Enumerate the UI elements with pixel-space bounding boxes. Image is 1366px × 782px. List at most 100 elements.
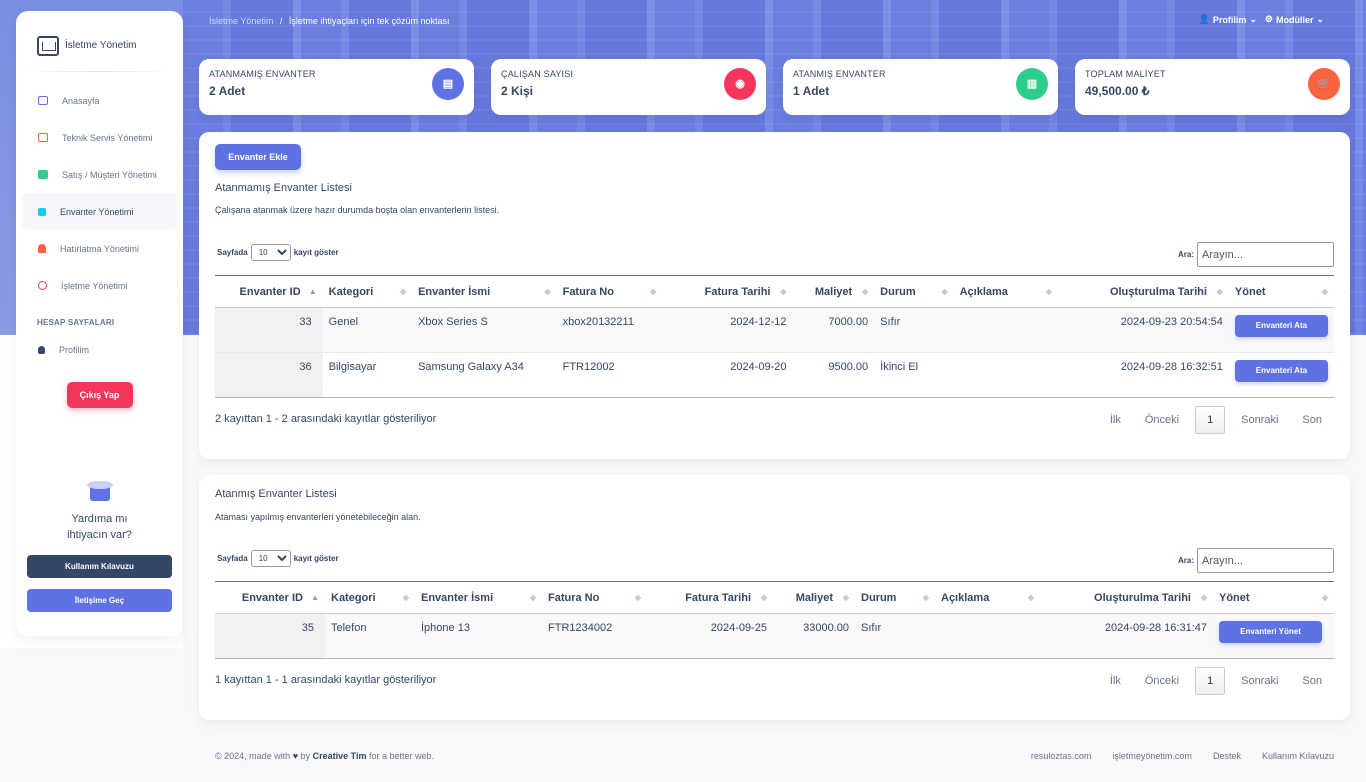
- cell-fatura-no: FTR12002: [556, 352, 663, 398]
- col-header-fatura-tarihi[interactable]: Fatura Tarihi ◆: [662, 275, 793, 308]
- col-header-olusturma[interactable]: Oluşturulma Tarihi ◆: [1057, 275, 1229, 308]
- col-header-label: Envanter İsmi: [418, 285, 491, 298]
- cell-fatura-tarihi: 2024-09-25: [647, 613, 773, 659]
- page-last[interactable]: Son: [1290, 675, 1334, 687]
- col-header-yonet[interactable]: Yönet ◆: [1228, 275, 1334, 308]
- col-header-aciklama[interactable]: Açıklama ◆: [953, 275, 1058, 308]
- help-illustration-icon: [86, 481, 113, 503]
- sort-icon: ◆: [402, 593, 409, 602]
- page-prev[interactable]: Önceki: [1133, 675, 1191, 687]
- search-control: Ara:: [1178, 548, 1334, 573]
- panel-subtitle: Çalışana atanmak üzere hazır durumda boş…: [215, 205, 500, 215]
- col-header-durum[interactable]: Durum ◆: [874, 275, 954, 308]
- guide-button[interactable]: Kullanım Kılavuzu: [27, 555, 172, 578]
- cart-icon: 🛒: [1308, 68, 1340, 100]
- cell-yonet: Envanteri Ata: [1228, 352, 1334, 398]
- col-header-fatura-no[interactable]: Fatura No ◆: [542, 581, 647, 614]
- col-header-id[interactable]: Envanter ID ▲: [215, 275, 323, 308]
- sidebar-item-profilim[interactable]: Profilim: [22, 331, 177, 368]
- col-header-label: Yönet: [1234, 285, 1266, 298]
- page-current[interactable]: 1: [1195, 667, 1226, 695]
- sidebar: İsletme Yönetim Anasayfa Teknik Servis Y…: [16, 11, 183, 636]
- col-header-label: Envanter ID: [239, 285, 301, 298]
- col-header-isim[interactable]: Envanter İsmi ◆: [412, 275, 557, 308]
- contact-button[interactable]: İletişime Geç: [27, 589, 172, 612]
- col-header-fatura-no[interactable]: Fatura No ◆: [556, 275, 663, 308]
- col-header-label: Envanter İsmi: [421, 591, 494, 604]
- assign-inventory-button[interactable]: Envanteri Ata: [1234, 360, 1328, 382]
- sidebar-item-satis-musteri[interactable]: Satış / Müşteri Yönetimi: [22, 156, 177, 193]
- cell-durum: Sıfır: [855, 613, 935, 659]
- sort-icon: ◆: [650, 287, 657, 296]
- col-header-label: Fatura No: [548, 591, 600, 604]
- calendar-icon: [38, 133, 48, 142]
- page-next[interactable]: Sonraki: [1229, 414, 1290, 426]
- cell-kategori: Telefon: [325, 613, 415, 659]
- add-inventory-button[interactable]: Envanter Ekle: [215, 144, 301, 170]
- col-header-label: Yönet: [1219, 591, 1250, 604]
- unassigned-table: Envanter ID ▲ Kategori ◆ Envanter İsmi ◆ Fa…: [215, 275, 1334, 398]
- profile-menu[interactable]: 👤 Profilim ⌄: [1199, 14, 1257, 25]
- assigned-table: Envanter ID ▲ Kategori ◆ Envanter İsmi ◆ Fa…: [215, 581, 1334, 659]
- sort-icon: ◆: [780, 287, 787, 296]
- sidebar-item-teknik-servis[interactable]: Teknik Servis Yönetimi: [22, 119, 177, 156]
- page-length-select[interactable]: 10: [250, 244, 291, 261]
- sidebar-item-envanter[interactable]: Envanter Yönetimi: [22, 193, 177, 230]
- cell-durum: Sıfır: [874, 307, 954, 353]
- footer-link[interactable]: Kullanım Kılavuzu: [1262, 751, 1334, 761]
- search-input[interactable]: [1197, 548, 1334, 573]
- col-header-aciklama[interactable]: Açıklama ◆: [935, 581, 1040, 614]
- user-icon: 👤: [1198, 14, 1210, 24]
- page-first[interactable]: İlk: [1098, 414, 1133, 426]
- cell-fatura-no: xbox20132211: [556, 307, 663, 353]
- col-header-kategori[interactable]: Kategori ◆: [322, 275, 413, 308]
- page-next[interactable]: Sonraki: [1229, 675, 1290, 687]
- sidebar-item-isletme[interactable]: İşletme Yönetimi: [22, 267, 177, 304]
- col-header-yonet[interactable]: Yönet ◆: [1213, 581, 1334, 614]
- col-header-durum[interactable]: Durum ◆: [855, 581, 935, 614]
- modules-menu[interactable]: ⚙ Modüller ⌄: [1265, 14, 1324, 25]
- search-label: Ara:: [1177, 556, 1194, 565]
- assign-inventory-button[interactable]: Envanteri Ata: [1234, 315, 1328, 337]
- profile-menu-label: Profilim: [1212, 14, 1247, 25]
- sidebar-item-label: Profilim: [59, 344, 90, 355]
- table-info: 2 kayıttan 1 - 2 arasındaki kayıtlar gös…: [215, 413, 437, 425]
- col-header-maliyet[interactable]: Maliyet ◆: [792, 275, 875, 308]
- search-input[interactable]: [1197, 242, 1334, 267]
- footer-author-link[interactable]: Creative Tim: [313, 751, 367, 761]
- footer-link[interactable]: Destek: [1213, 751, 1241, 761]
- brand-logo-icon: [37, 35, 59, 56]
- col-header-kategori[interactable]: Kategori ◆: [325, 581, 415, 614]
- cell-aciklama: [935, 613, 1040, 659]
- breadcrumb-root[interactable]: İsletme Yönetim: [209, 16, 273, 26]
- col-header-isim[interactable]: Envanter İsmi ◆: [415, 581, 542, 614]
- sidebar-item-anasayfa[interactable]: Anasayfa: [22, 82, 177, 119]
- bell-icon: [38, 244, 46, 253]
- brand[interactable]: İsletme Yönetim: [16, 11, 183, 63]
- page-first[interactable]: İlk: [1098, 675, 1133, 687]
- col-header-fatura-tarihi[interactable]: Fatura Tarihi ◆: [647, 581, 773, 614]
- cell-isim: Xbox Series S: [412, 307, 557, 353]
- sort-icon: ◆: [1321, 287, 1328, 296]
- col-header-label: Oluşturulma Tarihi: [1109, 285, 1207, 298]
- cell-kategori: Bilgisayar: [322, 352, 413, 398]
- modules-menu-label: Modüller: [1275, 14, 1314, 25]
- col-header-label: Oluşturulma Tarihi: [1094, 591, 1191, 604]
- page-length-select[interactable]: 10: [250, 550, 291, 567]
- col-header-maliyet[interactable]: Maliyet ◆: [773, 581, 855, 614]
- cell-fatura-tarihi: 2024-09-20: [662, 352, 793, 398]
- footer-prefix: © 2024, made with: [215, 751, 291, 761]
- footer-link[interactable]: resuloztas.com: [1031, 751, 1092, 761]
- page-last[interactable]: Son: [1290, 414, 1334, 426]
- page-current[interactable]: 1: [1195, 406, 1226, 434]
- page-prev[interactable]: Önceki: [1133, 414, 1191, 426]
- col-header-olusturma[interactable]: Oluşturulma Tarihi ◆: [1040, 581, 1213, 614]
- manage-inventory-button[interactable]: Envanteri Yönet: [1219, 621, 1322, 643]
- stat-card-employees: ÇALIŞAN SAYISI 2 Kişi ◉: [491, 59, 766, 115]
- cell-yonet: Envanteri Ata: [1228, 307, 1334, 353]
- col-header-id[interactable]: Envanter ID ▲: [215, 581, 325, 614]
- logout-button[interactable]: Çıkış Yap: [66, 382, 133, 408]
- footer-link[interactable]: işletmeyönetim.com: [1112, 751, 1192, 761]
- sidebar-item-hatirlatma[interactable]: Hatırlatma Yönetimi: [22, 230, 177, 267]
- chevron-down-icon: ⌄: [1249, 14, 1257, 24]
